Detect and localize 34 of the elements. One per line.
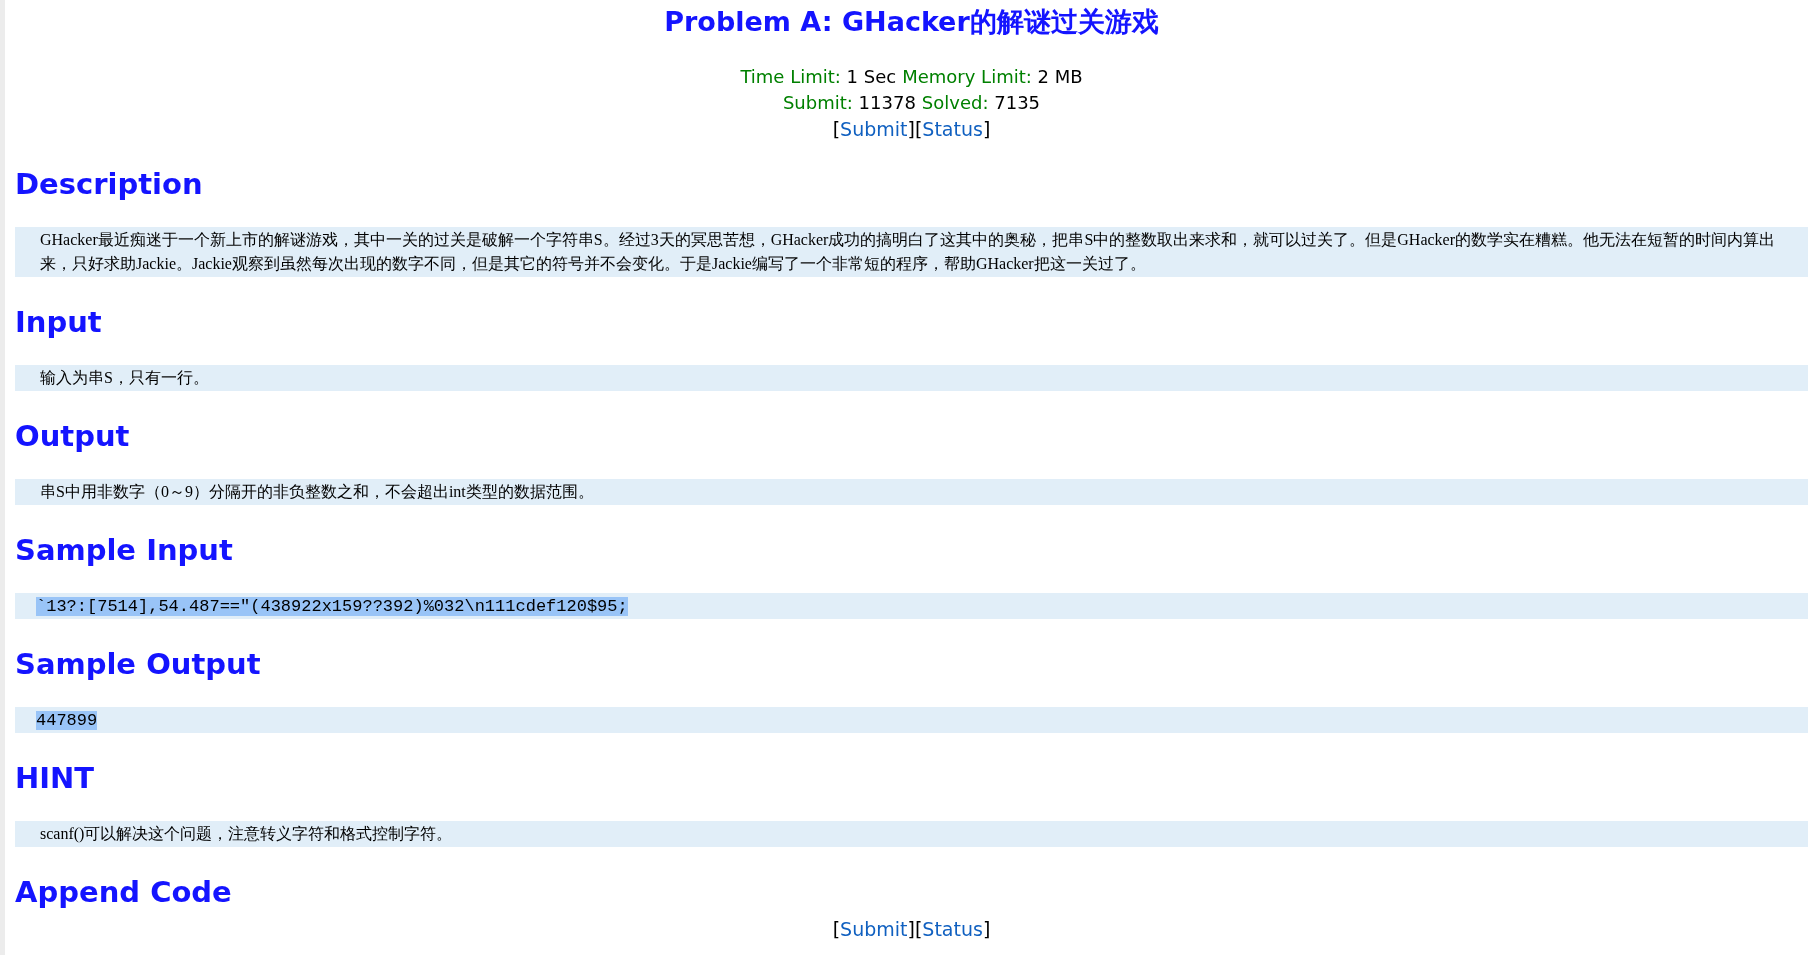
- section-heading: HINT: [15, 760, 95, 796]
- bracket: [: [914, 117, 923, 142]
- section-heading: Output: [15, 418, 130, 454]
- content-text: 串S中用非数字（0～9）分隔开的非负整数之和，不会超出int类型的数据范围。: [40, 482, 595, 502]
- info-value: 2 MB: [1037, 66, 1083, 87]
- section-heading: Sample Input: [15, 532, 233, 568]
- bracket: ]: [907, 117, 915, 142]
- section-heading: Input: [15, 304, 102, 340]
- content-text: GHacker最近痴迷于一个新上市的解谜游戏，其中一关的过关是破解一个字符串S。经过3天的冥思苦想，GHacker成功的搞明白了这其中的奥秘，把串S中的整数取出来求和，就可以过关了。但是GHacker的数学实在糟糕。他无法在短暂的时间内算出来，只好求助Jackie。Jackie观察到虽然每次出现的数字不同，但是其它的符号并不会变化。于是Jackie编写了一个非常短的程序，帮助GHacker把这一关过了。: [40, 230, 1777, 274]
- nav-link[interactable]: Submit: [840, 116, 908, 142]
- info-label: Submit:: [782, 92, 853, 113]
- bracket: [: [832, 917, 841, 942]
- sample-text: 447899: [36, 711, 98, 730]
- sample-text: `13?:[7514],54.487=="(438922x159??392)%032\n111cdef120$95;: [36, 597, 628, 616]
- info-value: 7135: [994, 92, 1041, 113]
- nav-link[interactable]: Submit: [840, 916, 908, 942]
- section-heading: Sample Output: [15, 646, 261, 682]
- bracket: ]: [982, 917, 991, 942]
- bracket: ]: [982, 117, 991, 142]
- nav-link[interactable]: Status: [922, 116, 983, 142]
- bracket: ]: [907, 917, 915, 942]
- info-label: Solved:: [921, 92, 989, 113]
- content-text: 输入为串S，只有一行。: [40, 368, 210, 388]
- section-heading: Append Code: [15, 874, 232, 910]
- info-value: 1 Sec: [846, 66, 897, 87]
- content-text: scanf()可以解决这个问题，注意转义字符和格式控制字符。: [40, 824, 454, 845]
- info-label: Time Limit:: [740, 66, 841, 87]
- section-heading: Description: [15, 166, 203, 202]
- bracket: [: [914, 917, 923, 942]
- info-value: 11378: [858, 92, 916, 113]
- problem-title: Problem A: GHacker的解谜过关游戏: [663, 5, 1160, 39]
- info-label: Memory Limit:: [902, 66, 1032, 87]
- nav-link[interactable]: Status: [922, 916, 983, 942]
- bracket: [: [832, 117, 841, 142]
